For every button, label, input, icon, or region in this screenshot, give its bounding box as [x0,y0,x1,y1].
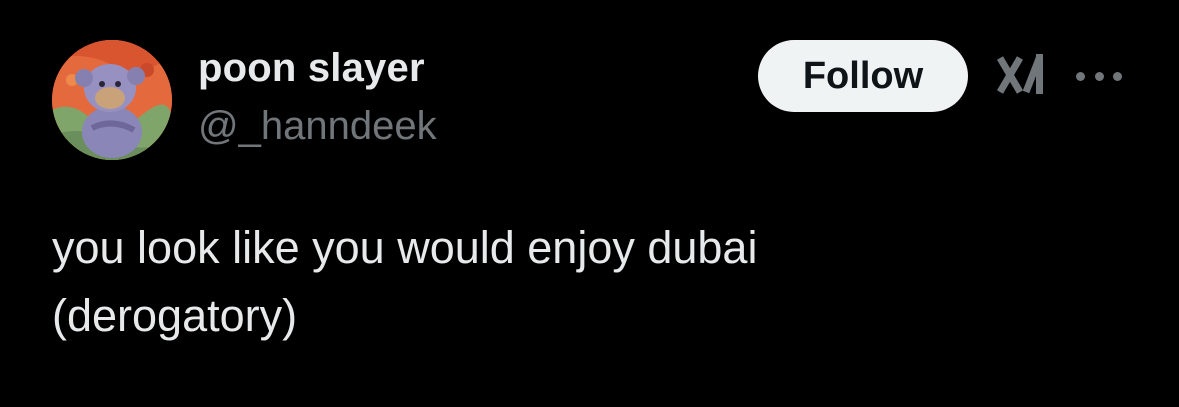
tweet-card: poon slayer @_hanndeek Follow you look l… [0,0,1179,407]
user-handle[interactable]: @_hanndeek [198,104,437,149]
display-name[interactable]: poon slayer [198,46,425,91]
tweet-text-line: you look like you would enjoy dubai [52,222,758,273]
dot-icon [1094,71,1104,81]
dot-icon [1076,71,1085,81]
monkey-plush-avatar-image [52,40,172,160]
more-options-icon[interactable] [1076,66,1122,86]
dot-icon [1113,71,1122,81]
tweet-text: you look like you would enjoy dubai (der… [52,214,1132,350]
follow-button[interactable]: Follow [758,40,968,112]
avatar[interactable] [52,40,172,160]
tweet-text-line: (derogatory) [52,290,298,341]
grok-icon[interactable] [996,50,1048,100]
